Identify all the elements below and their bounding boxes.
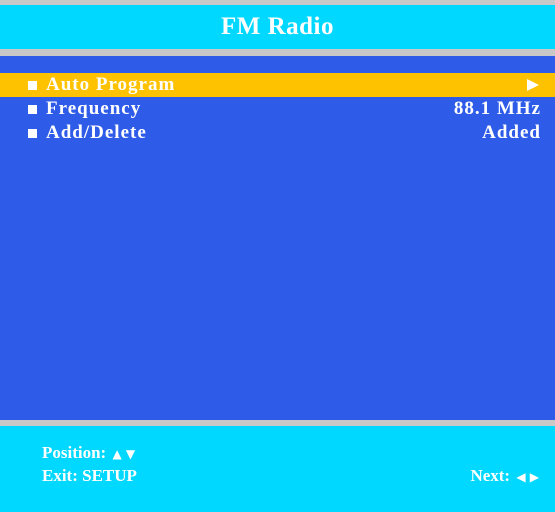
- footer-help: Position: ▲ ▼ Exit: SETUP Next: ◀ ▶: [0, 426, 555, 512]
- exit-hint: Exit: SETUP: [42, 466, 137, 485]
- position-label: Position:: [42, 443, 107, 462]
- next-hint: Next: ◀ ▶: [470, 465, 539, 488]
- up-down-arrows-icon: ▲ ▼: [112, 447, 136, 461]
- menu-item-label: Auto Program: [46, 74, 176, 95]
- menu-item-label: Add/Delete: [46, 122, 147, 143]
- menu-panel: Auto Program Frequency 88.1 MHz Add/Dele…: [0, 56, 555, 420]
- frequency-value: 88.1 MHz: [453, 98, 541, 119]
- page-title: FM Radio: [0, 5, 555, 49]
- bullet-icon: [28, 129, 37, 138]
- menu-item-auto-program[interactable]: Auto Program: [0, 73, 555, 97]
- left-right-arrows-icon: ◀ ▶: [516, 470, 539, 484]
- play-icon: [527, 79, 539, 91]
- add-delete-value: Added: [482, 122, 541, 143]
- menu-item-frequency[interactable]: Frequency 88.1 MHz: [0, 97, 555, 121]
- menu-item-add-delete[interactable]: Add/Delete Added: [0, 121, 555, 145]
- bullet-icon: [28, 105, 37, 114]
- menu-item-label: Frequency: [46, 98, 142, 119]
- fm-radio-screen: FM Radio Auto Program Frequency 88.1 MHz…: [0, 0, 555, 512]
- position-hint: Position: ▲ ▼: [42, 442, 135, 465]
- bullet-icon: [28, 81, 37, 90]
- next-label: Next:: [470, 466, 511, 485]
- title-divider: [0, 49, 555, 56]
